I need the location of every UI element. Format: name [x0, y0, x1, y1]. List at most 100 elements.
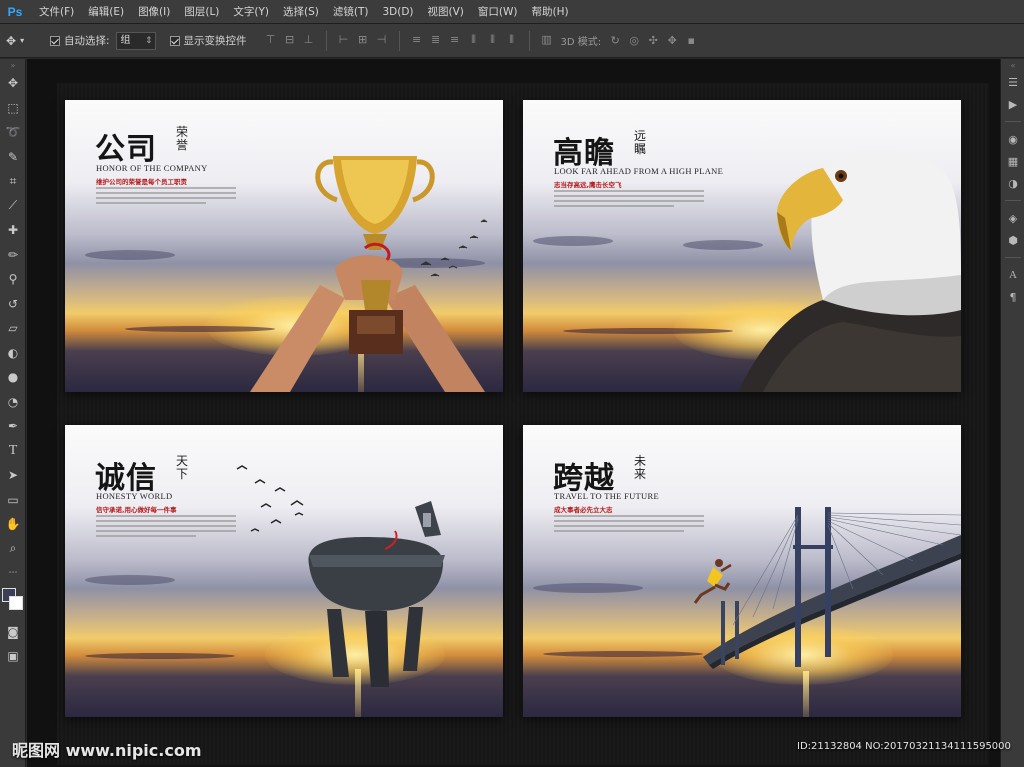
blur-tool-icon[interactable]: ● [0, 365, 26, 390]
layers-panel-icon[interactable]: ◈ [1001, 207, 1024, 229]
photoshop-logo: Ps [7, 4, 23, 19]
photoshop-window: Ps 文件(F) 编辑(E) 图像(I) 图层(L) 文字(Y) 选择(S) 滤… [0, 0, 1024, 767]
watermark-site: 昵图网 www.nipic.com [12, 741, 202, 760]
3d-roll-icon[interactable]: ◎ [626, 32, 642, 50]
history-brush-tool-icon[interactable]: ↺ [0, 292, 26, 317]
quick-select-tool-icon[interactable]: ✎ [0, 145, 26, 170]
menu-type[interactable]: 文字(Y) [226, 0, 276, 24]
divider [528, 30, 530, 51]
eyedropper-tool-icon[interactable]: ⟋ [0, 194, 26, 219]
trophy-illustration [250, 156, 488, 392]
type-tool-icon[interactable]: T [0, 439, 26, 464]
panel-collapse-icon[interactable]: » [0, 59, 26, 71]
poster-future[interactable]: 跨越 未来 TRAVEL TO THE FUTURE 成大事者必先立大志 [523, 425, 961, 717]
character-panel-icon[interactable]: A [1001, 264, 1024, 286]
distribute-bottom-icon[interactable]: ≡ [447, 31, 463, 49]
color-panel-icon[interactable]: ◉ [1001, 128, 1024, 150]
pen-tool-icon[interactable]: ✒ [0, 414, 26, 439]
distribute-vcenter-icon[interactable]: ≣ [428, 31, 444, 49]
menu-3d[interactable]: 3D(D) [375, 0, 420, 24]
dodge-tool-icon[interactable]: ◔ [0, 390, 26, 415]
paint-bucket-tool-icon[interactable]: ◐ [0, 341, 26, 366]
3d-panel-icon[interactable]: ⬢ [1001, 229, 1024, 251]
dock-collapse-icon[interactable]: « [1001, 59, 1024, 71]
move-icon: ✥ [6, 33, 17, 48]
align-bottom-icon[interactable]: ⊥ [301, 31, 317, 49]
menu-edit[interactable]: 编辑(E) [81, 0, 131, 24]
menu-bar: Ps 文件(F) 编辑(E) 图像(I) 图层(L) 文字(Y) 选择(S) 滤… [0, 0, 1024, 24]
show-transform-label: 显示变换控件 [183, 35, 247, 47]
eagle-illustration [738, 149, 961, 392]
menu-file[interactable]: 文件(F) [32, 0, 81, 24]
watermark-id: ID:21132804 NO:20170321134111595000 [797, 741, 1011, 752]
3d-rotate-icon[interactable]: ↻ [607, 32, 623, 50]
menu-help[interactable]: 帮助(H) [525, 0, 576, 24]
zoom-tool-icon[interactable]: ⌕ [0, 537, 26, 562]
move-tool-icon[interactable]: ✥ [0, 71, 26, 96]
panel-dock: « ☰ ▶ ◉ ▦ ◑ ◈ ⬢ A ¶ [1000, 59, 1024, 767]
3d-mode-label: 3D 模式: [560, 37, 602, 48]
align-hcenter-icon[interactable]: ⊞ [355, 31, 371, 49]
auto-select-checkbox[interactable] [50, 35, 60, 46]
eraser-tool-icon[interactable]: ▱ [0, 316, 26, 341]
bridge-illustration [693, 507, 961, 669]
clone-stamp-tool-icon[interactable]: ⚲ [0, 267, 26, 292]
path-select-tool-icon[interactable]: ➤ [0, 463, 26, 488]
3d-drag-icon[interactable]: ✣ [645, 32, 661, 50]
menu-layer[interactable]: 图层(L) [177, 0, 226, 24]
document[interactable]: 公司 荣誉 HONOR OF THE COMPANY 维护公司的荣誉是每个员工职… [57, 83, 989, 765]
ding-illustration [236, 465, 445, 687]
swatches-panel-icon[interactable]: ▦ [1001, 150, 1024, 172]
show-transform-checkbox[interactable] [169, 35, 180, 46]
divider [1005, 200, 1021, 201]
auto-select-label: 自动选择: [64, 35, 110, 47]
brush-tool-icon[interactable]: ✏ [0, 243, 26, 268]
align-right-icon[interactable]: ⊣ [374, 31, 390, 49]
healing-brush-tool-icon[interactable]: ✚ [0, 218, 26, 243]
auto-align-icon[interactable]: ▥ [539, 31, 555, 49]
background-color-swatch[interactable] [9, 595, 23, 610]
distribute-right-icon[interactable]: ⦀ [504, 31, 520, 49]
color-swatches[interactable] [0, 586, 26, 620]
hand-tool-icon[interactable]: ✋ [0, 512, 26, 537]
screen-mode-icon[interactable]: ▣ [0, 644, 26, 669]
align-top-icon[interactable]: ⊤ [263, 31, 279, 49]
more-tools-icon[interactable]: ⋯ [0, 561, 26, 586]
adjustments-panel-icon[interactable]: ◑ [1001, 172, 1024, 194]
lasso-tool-icon[interactable]: ➰ [0, 120, 26, 145]
divider [1005, 121, 1021, 122]
quick-mask-icon[interactable]: ◙ [0, 620, 26, 645]
tools-panel: » ✥ ⬚ ➰ ✎ ⌗ ⟋ ✚ ✏ ⚲ ↺ ▱ ◐ ● ◔ ✒ T ➤ ▭ ✋ … [0, 59, 26, 767]
canvas-area[interactable]: 公司 荣誉 HONOR OF THE COMPANY 维护公司的荣誉是每个员工职… [27, 59, 1000, 767]
menu-view[interactable]: 视图(V) [421, 0, 471, 24]
menu-select[interactable]: 选择(S) [276, 0, 326, 24]
options-bar: ✥▾ 自动选择: 组 显示变换控件 ⊤ ⊟ ⊥ ⊢ ⊞ ⊣ ≡ ≣ ≡ ⦀ ⦀ … [0, 24, 1024, 58]
divider [325, 30, 327, 51]
crop-tool-icon[interactable]: ⌗ [0, 169, 26, 194]
auto-select-dropdown[interactable]: 组 [115, 31, 156, 50]
distribute-left-icon[interactable]: ⦀ [466, 31, 482, 49]
align-left-icon[interactable]: ⊢ [336, 31, 352, 49]
menu-image[interactable]: 图像(I) [131, 0, 177, 24]
divider [398, 30, 400, 51]
3d-mode-buttons: ↻ ◎ ✣ ✥ ▪ [607, 32, 699, 50]
poster-vision[interactable]: 高瞻 远瞩 LOOK FAR AHEAD FROM A HIGH PLANE 志… [523, 100, 961, 392]
divider [1005, 257, 1021, 258]
align-vcenter-icon[interactable]: ⊟ [282, 31, 298, 49]
distribute-top-icon[interactable]: ≡ [409, 31, 425, 49]
menu-window[interactable]: 窗口(W) [471, 0, 525, 24]
3d-slide-icon[interactable]: ✥ [664, 32, 680, 50]
marquee-tool-icon[interactable]: ⬚ [0, 96, 26, 121]
actions-panel-icon[interactable]: ▶ [1001, 93, 1024, 115]
paragraph-panel-icon[interactable]: ¶ [1001, 286, 1024, 308]
move-tool-preset[interactable]: ✥ ▾ [6, 29, 40, 53]
chevron-down-icon: ▾ [20, 36, 25, 45]
menu-filter[interactable]: 滤镜(T) [326, 0, 376, 24]
shape-tool-icon[interactable]: ▭ [0, 488, 26, 513]
3d-scale-icon[interactable]: ▪ [683, 32, 699, 50]
distribute-hcenter-icon[interactable]: ⦀ [485, 31, 501, 49]
poster-honor[interactable]: 公司 荣誉 HONOR OF THE COMPANY 维护公司的荣誉是每个员工职… [65, 100, 503, 392]
align-buttons: ⊤ ⊟ ⊥ ⊢ ⊞ ⊣ ≡ ≣ ≡ ⦀ ⦀ ⦀ ▥ [263, 30, 555, 51]
history-panel-icon[interactable]: ☰ [1001, 71, 1024, 93]
poster-integrity[interactable]: 诚信 天下 HONESTY WORLD 信守承诺,用心做好每一件事 [65, 425, 503, 717]
